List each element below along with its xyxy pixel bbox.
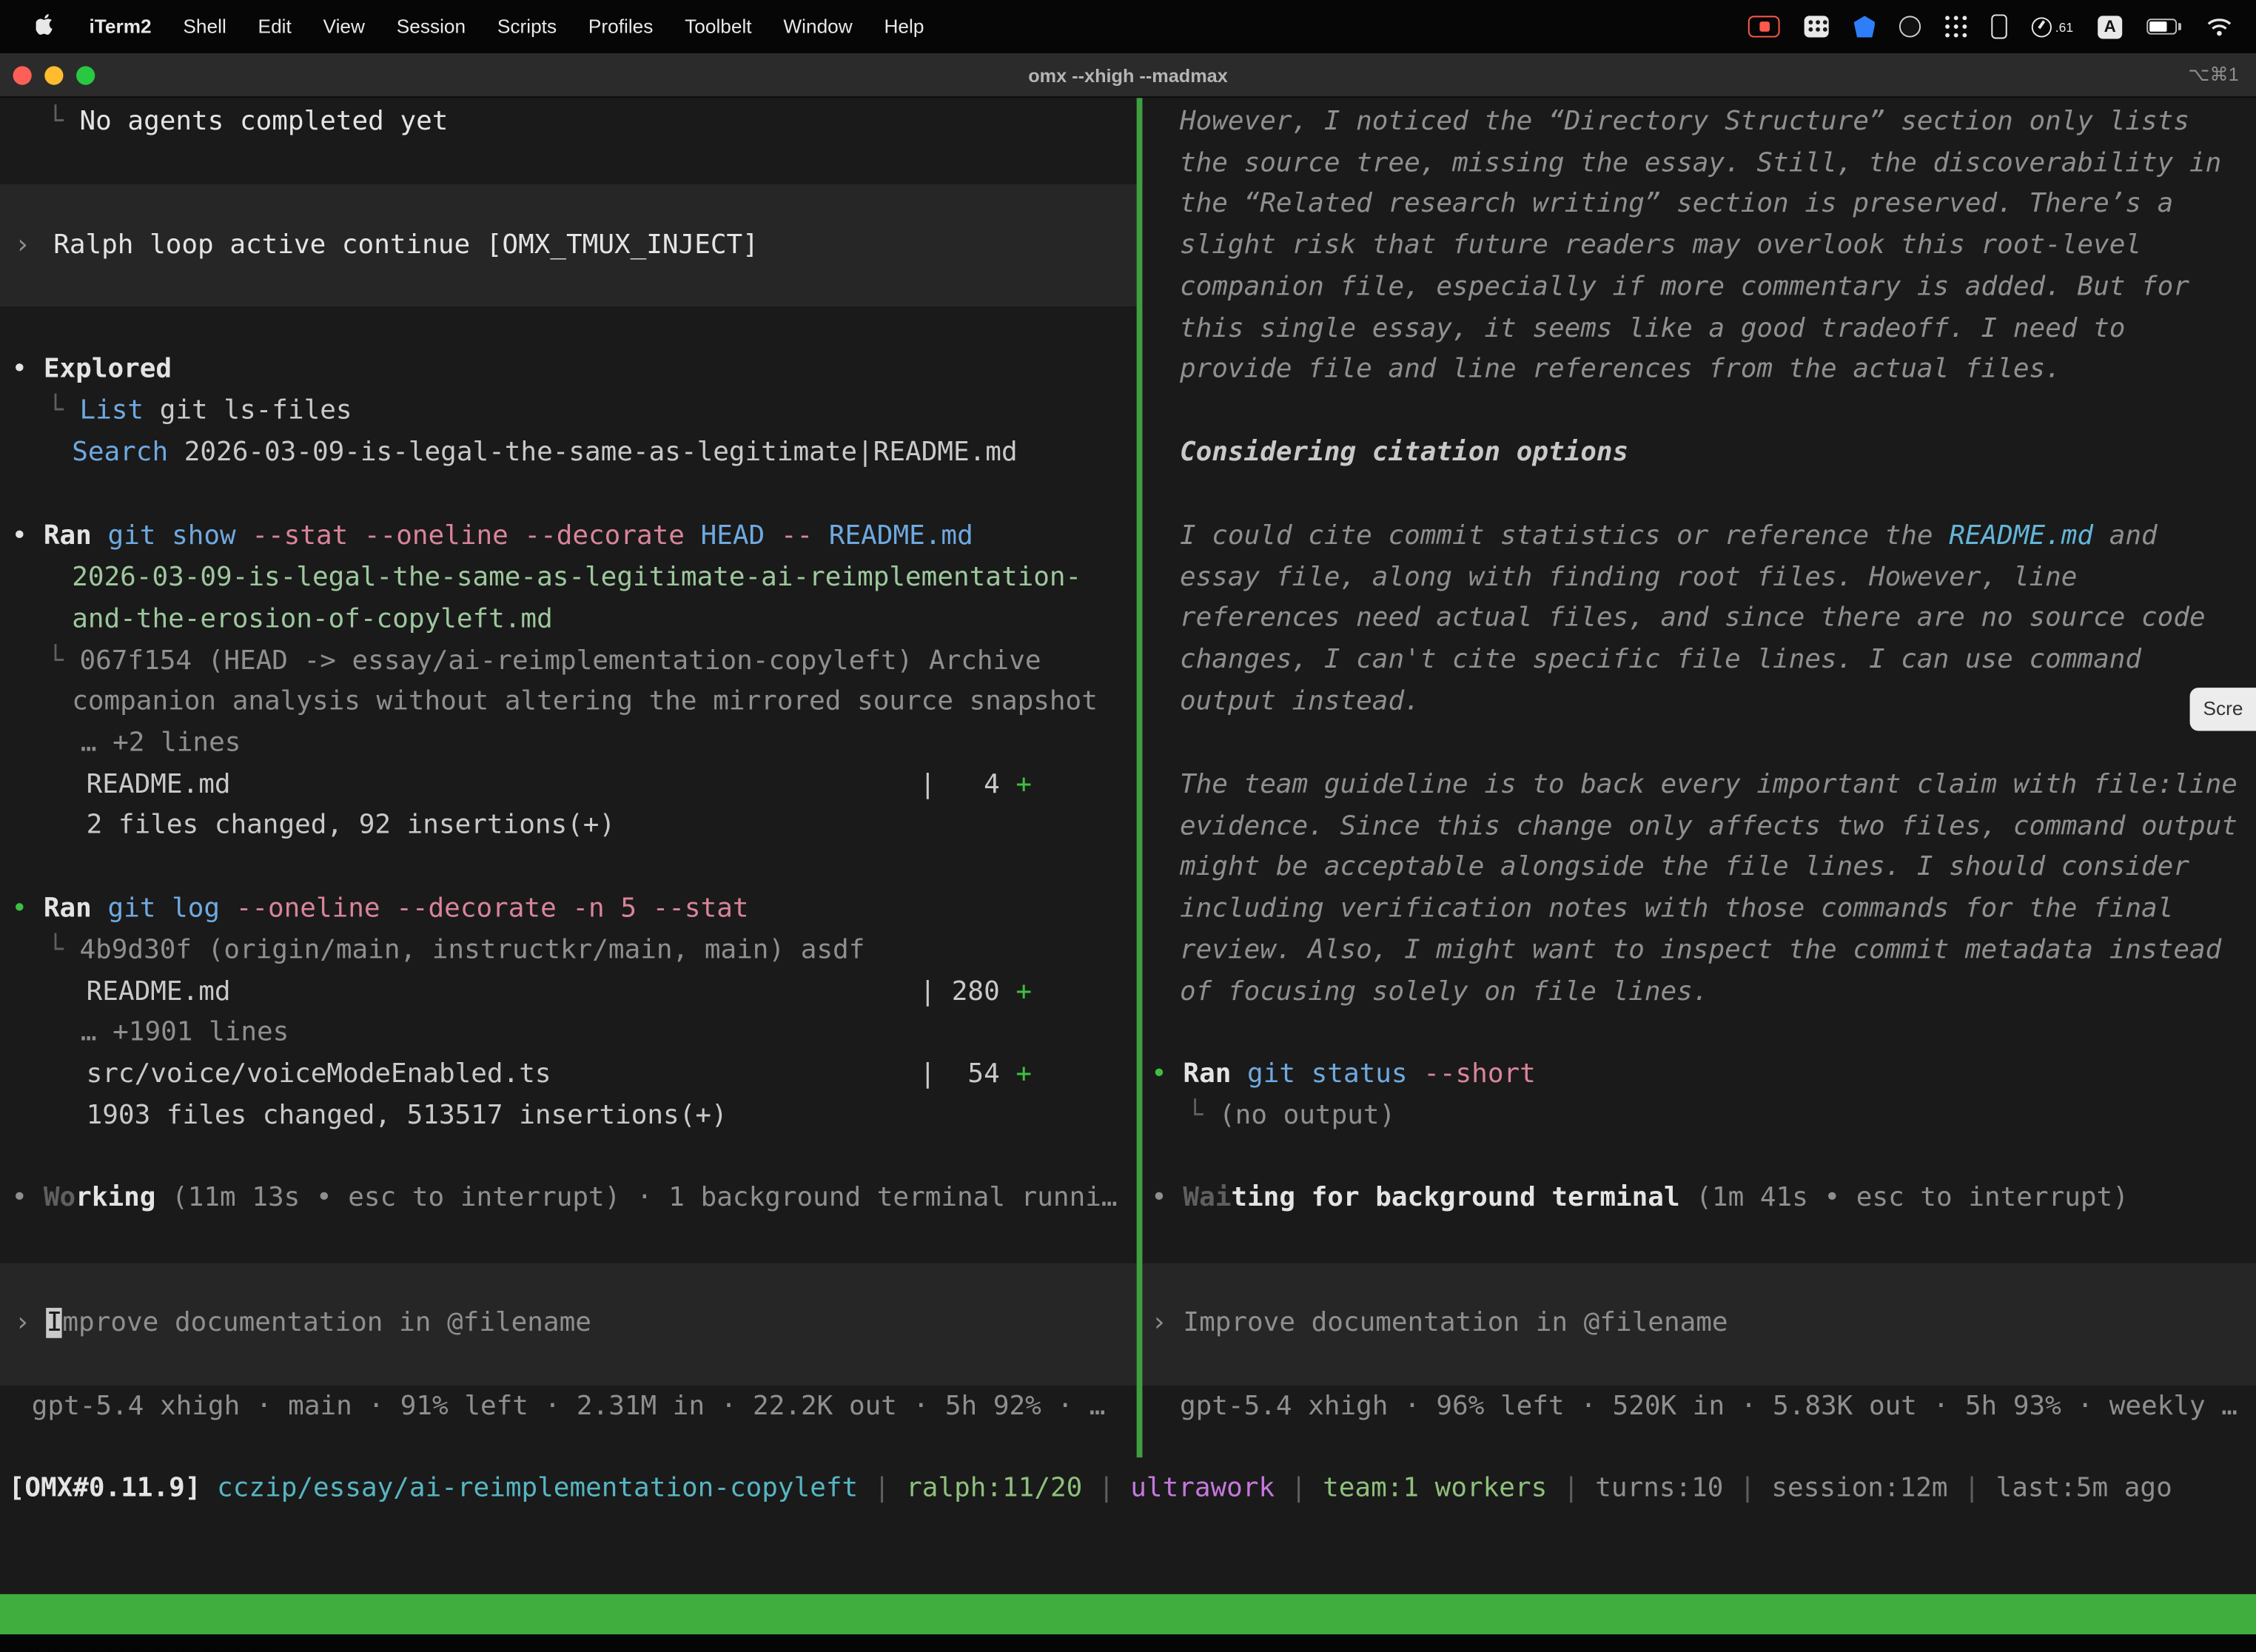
right-session-status: gpt-5.4 xhigh · 96% left · 520K in · 5.8…: [1180, 1387, 2237, 1428]
window-shortcut-badge: ⌥⌘1: [2188, 64, 2238, 87]
right-terminal-pane[interactable]: However, I noticed the “Directory Struct…: [1142, 98, 2256, 1457]
reasoning-paragraph: The team guideline is to back every impo…: [1180, 765, 2256, 1013]
apple-menu[interactable]: [20, 0, 73, 53]
ran-git-status-header: • Ran git status --short: [1151, 1055, 1536, 1096]
menu-bar: iTerm2 Shell Edit View Session Scripts P…: [0, 0, 2256, 53]
explored-header: • Explored: [12, 349, 172, 391]
no-output-line: └ (no output): [1187, 1096, 1395, 1138]
commit-output-line: └ 067f154 (HEAD -> essay/ai-reimplementa…: [47, 642, 1041, 683]
right-input-line[interactable]: › Improve documentation in @filename: [1151, 1303, 1728, 1345]
bullet-icon: •: [1151, 1059, 1183, 1089]
gauge-value: .61: [2055, 19, 2073, 33]
left-session-status: gpt-5.4 xhigh · main · 91% left · 2.31M …: [32, 1387, 1106, 1428]
ralph-banner-line: ›Ralph loop active continue [OMX_TMUX_IN…: [14, 226, 758, 267]
more-lines-indicator: … +1901 lines: [81, 1013, 289, 1054]
diffstat-summary-line: 2 files changed, 92 insertions(+): [87, 806, 615, 847]
tmux-status-bar: [omx-cczip0:bash* "MacBook-Pro-44.local"…: [0, 1594, 2256, 1634]
bullet-icon: •: [12, 521, 44, 551]
apple-icon: [36, 13, 58, 41]
menu-status-icons: .61 A: [1749, 14, 2256, 38]
bullet-icon: •: [12, 1183, 44, 1213]
menu-view[interactable]: View: [307, 0, 380, 53]
screen-recording-stop-icon[interactable]: [1749, 16, 1781, 37]
prompt-chevron: ›: [1151, 1308, 1183, 1338]
left-input-line[interactable]: › Improve documentation in @filename: [14, 1303, 591, 1345]
menu-help[interactable]: Help: [868, 0, 940, 53]
menu-profiles[interactable]: Profiles: [572, 0, 668, 53]
pane-divider[interactable]: [1137, 98, 1143, 1457]
minimize-button[interactable]: [44, 65, 63, 84]
omx-turns: turns:10: [1595, 1474, 1723, 1504]
omx-last-activity: last:5m ago: [1996, 1474, 2172, 1504]
grid-app-icon[interactable]: [1946, 16, 1967, 37]
app-menu-iterm2[interactable]: iTerm2: [73, 0, 167, 53]
ran-git-show-header: • Ran git show --stat --oneline --decora…: [12, 517, 973, 558]
bottom-strip: [0, 1634, 2256, 1651]
left-terminal-pane[interactable]: └ No agents completed yet ›Ralph loop ac…: [0, 98, 1137, 1457]
reasoning-heading: Considering citation options: [1180, 433, 1628, 474]
left-input-box[interactable]: › Improve documentation in @filename: [0, 1263, 1137, 1386]
menu-scripts[interactable]: Scripts: [482, 0, 573, 53]
omx-branch-path: cczip/essay/ai-reimplementation-copyleft: [201, 1474, 858, 1504]
omx-version: [OMX#0.11.9]: [9, 1474, 201, 1504]
commit-output-line: └ 4b9d30f (origin/main, instructkr/main,…: [47, 931, 865, 973]
ran-git-log-header: • Ran git log --oneline --decorate -n 5 …: [12, 889, 749, 930]
blue-app-icon[interactable]: [1854, 16, 1876, 37]
phone-mirroring-icon[interactable]: [1992, 14, 2007, 38]
command-arg-wrap-line: 2026-03-09-is-legal-the-same-as-legitima…: [72, 558, 1081, 600]
diffstat-line: src/voice/voiceModeEnabled.ts | 54 +: [87, 1055, 1032, 1096]
terminal: └ No agents completed yet ›Ralph loop ac…: [0, 98, 2256, 1651]
waiting-status-line: • Waiting for background terminal (1m 41…: [1151, 1178, 2129, 1220]
bullet-icon: •: [12, 354, 44, 384]
bullet-icon: •: [12, 893, 44, 924]
explored-list-line: └ List git ls-files: [47, 392, 352, 433]
input-source-icon[interactable]: A: [2098, 15, 2122, 38]
menu-toolbelt[interactable]: Toolbelt: [669, 0, 768, 53]
working-status-line: • Working (11m 13s • esc to interrupt) ·…: [12, 1178, 1118, 1220]
omx-ralph-counter: ralph:11/20: [906, 1474, 1082, 1504]
text-cursor: I: [47, 1308, 63, 1338]
agents-status-line: └ No agents completed yet: [47, 102, 448, 144]
explored-search-line: Search 2026-03-09-is-legal-the-same-as-l…: [72, 433, 1017, 474]
omx-session-time: session:12m: [1771, 1474, 1947, 1504]
file-reference-link: README.md: [1949, 521, 2093, 551]
prompt-chevron: ›: [14, 1308, 46, 1338]
command-arg-wrap-line: and-the-erosion-of-copyleft.md: [72, 600, 553, 642]
wifi-icon[interactable]: [2206, 16, 2233, 37]
commit-output-line: companion analysis without altering the …: [72, 682, 1098, 723]
menu-edit[interactable]: Edit: [242, 0, 307, 53]
screen: iTerm2 Shell Edit View Session Scripts P…: [0, 0, 2256, 1652]
window-title: omx --xhigh --madmax: [0, 64, 2256, 86]
right-input-box[interactable]: › Improve documentation in @filename: [1142, 1263, 2256, 1386]
menu-window[interactable]: Window: [768, 0, 868, 53]
zoom-button[interactable]: [76, 65, 95, 84]
omx-mode: ultrawork: [1130, 1474, 1275, 1504]
more-lines-indicator: … +2 lines: [81, 724, 241, 765]
ralph-banner: ›Ralph loop active continue [OMX_TMUX_IN…: [0, 184, 1137, 306]
overlay-tooltip: Scre: [2190, 688, 2256, 731]
close-button[interactable]: [13, 65, 31, 84]
menu-session[interactable]: Session: [380, 0, 481, 53]
diffstat-summary-line: 1903 files changed, 513517 insertions(+): [87, 1096, 728, 1138]
menu-shell[interactable]: Shell: [167, 0, 242, 53]
omx-status-bar: [OMX#0.11.9] cczip/essay/ai-reimplementa…: [9, 1469, 2172, 1511]
dark-app-icon[interactable]: [1900, 16, 1921, 37]
window-title-bar[interactable]: omx --xhigh --madmax ⌥⌘1: [0, 53, 2256, 98]
reasoning-paragraph: However, I noticed the “Directory Struct…: [1180, 102, 2256, 392]
cpu-gauge-icon[interactable]: .61: [2032, 16, 2073, 36]
diffstat-line: README.md | 280 +: [87, 973, 1032, 1014]
omx-team: team:1 workers: [1323, 1474, 1547, 1504]
bullet-icon: •: [1151, 1183, 1183, 1213]
battery-icon[interactable]: [2146, 19, 2181, 34]
keyboard-app-icon[interactable]: [1805, 16, 1830, 37]
reasoning-paragraph: I could cite commit statistics or refere…: [1180, 517, 2256, 723]
diffstat-line: README.md | 4 +: [87, 765, 1032, 807]
prompt-chevron: ›: [14, 230, 30, 261]
